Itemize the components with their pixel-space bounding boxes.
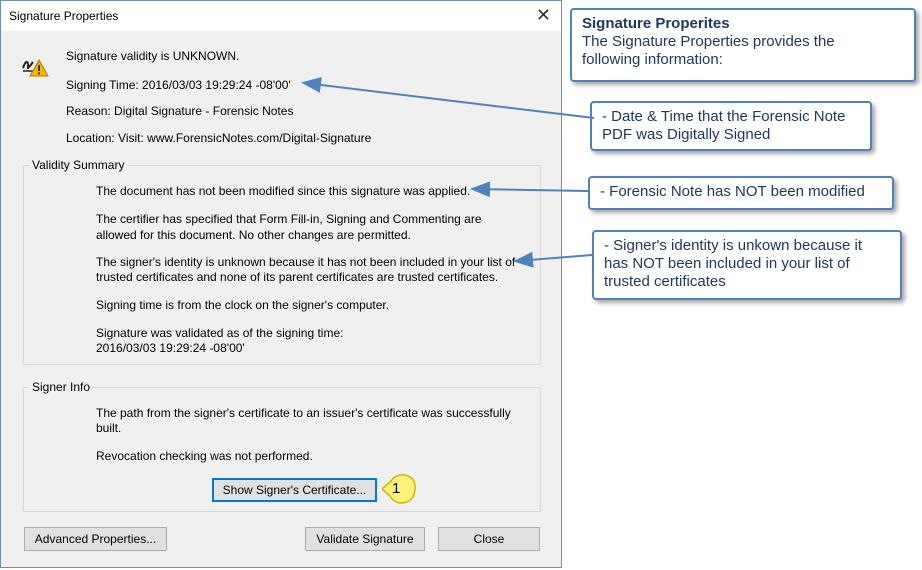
- advanced-properties-button[interactable]: Advanced Properties...: [24, 527, 167, 551]
- callout-identity: - Signer's identity is unkown because it…: [592, 230, 902, 300]
- callout-not-modified: - Forensic Note has NOT been modified: [588, 176, 894, 210]
- signature-warning-icon: [22, 58, 49, 77]
- close-icon[interactable]: ✕: [536, 5, 551, 25]
- summary-certifier-1: The certifier has specified that Form Fi…: [96, 212, 482, 226]
- callout-main-text-2: following information:: [582, 51, 723, 68]
- callout-signature-properties: Signature Properites The Signature Prope…: [570, 8, 916, 82]
- signing-reason: Reason: Digital Signature - Forensic Not…: [66, 104, 294, 118]
- summary-identity-1: The signer's identity is unknown because…: [96, 255, 516, 269]
- validity-status: Signature validity is UNKNOWN.: [66, 49, 240, 63]
- callout-identity-2: has NOT been included in your list of: [604, 255, 850, 272]
- annotation-badge-number: 1: [392, 480, 401, 497]
- callout-date-2: PDF was Digitally Signed: [602, 126, 771, 143]
- callout-identity-3: trusted certificates: [604, 273, 726, 290]
- signature-properties-dialog: Signature Properties ✕ Signature validit…: [0, 0, 562, 568]
- dialog-title: Signature Properties: [9, 9, 119, 23]
- callout-main-text-1: The Signature Properties provides the: [582, 33, 835, 50]
- callout-date-1: - Date & Time that the Forensic Note: [602, 108, 846, 125]
- summary-validated-1: Signature was validated as of the signin…: [96, 326, 344, 340]
- close-button[interactable]: Close: [438, 527, 540, 551]
- summary-signing-clock: Signing time is from the clock on the si…: [96, 298, 390, 312]
- summary-not-modified: The document has not been modified since…: [96, 184, 471, 198]
- summary-validated-2: 2016/03/03 19:29:24 -08'00': [96, 341, 245, 355]
- signing-time: Signing Time: 2016/03/03 19:29:24 -08'00…: [66, 78, 291, 92]
- signer-path-1: The path from the signer's certificate t…: [96, 406, 511, 420]
- callout-date-time: - Date & Time that the Forensic Note PDF…: [590, 101, 872, 151]
- signer-path-2: built.: [96, 421, 122, 435]
- callout-identity-1: - Signer's identity is unkown because it: [604, 237, 862, 254]
- signing-location: Location: Visit: www.ForensicNotes.com/D…: [66, 131, 372, 145]
- summary-identity-2: trusted certificates and none of its par…: [96, 270, 499, 284]
- validity-summary-label: Validity Summary: [29, 158, 128, 172]
- title-bar: Signature Properties ✕: [1, 1, 561, 31]
- summary-certifier-2: allowed for this document. No other chan…: [96, 228, 411, 242]
- signer-info-label: Signer Info: [29, 380, 94, 394]
- show-signers-certificate-button[interactable]: Show Signer's Certificate...: [212, 478, 377, 502]
- validate-signature-button[interactable]: Validate Signature: [305, 527, 425, 551]
- revocation-status: Revocation checking was not performed.: [96, 449, 313, 463]
- callout-modified-text: - Forensic Note has NOT been modified: [600, 183, 865, 200]
- callout-main-title: Signature Properites: [582, 15, 730, 32]
